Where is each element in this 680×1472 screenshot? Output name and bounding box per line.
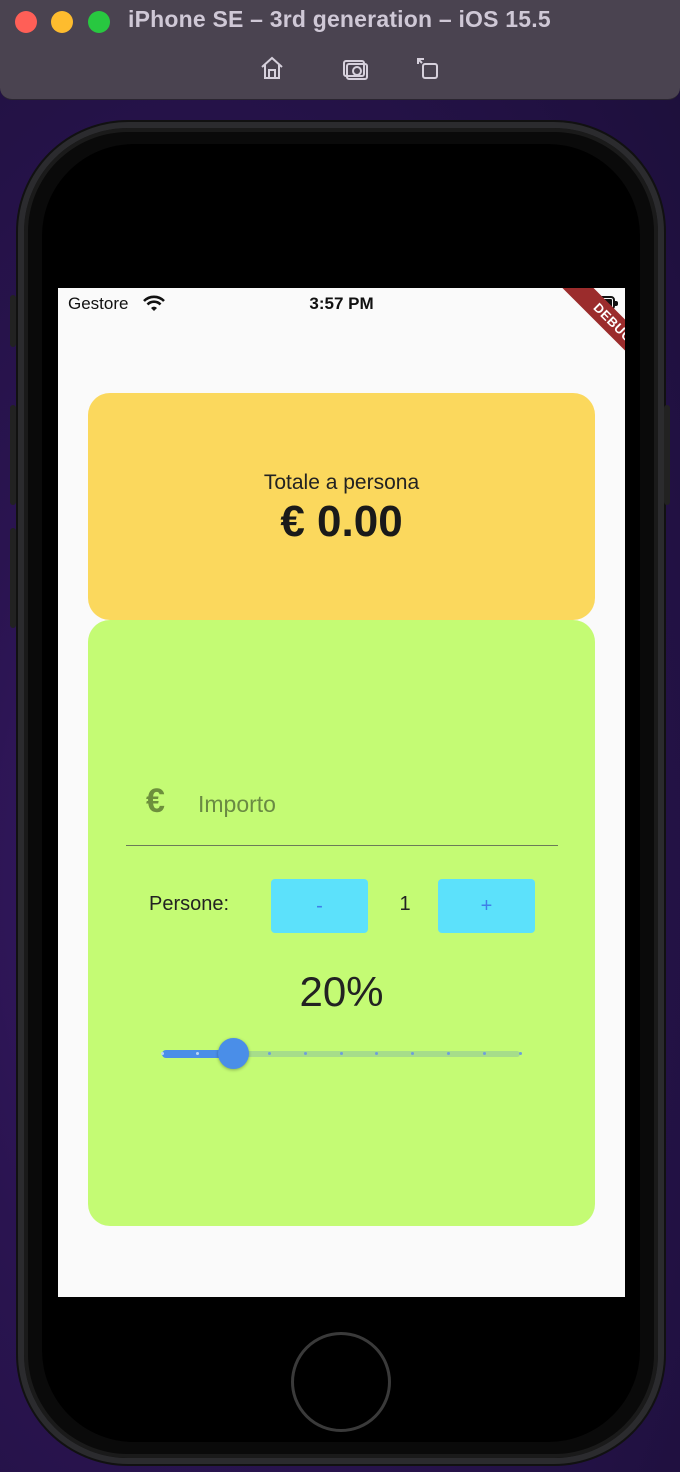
volume-down-button xyxy=(10,528,16,628)
home-hardware-button[interactable] xyxy=(291,1332,391,1432)
power-button xyxy=(664,405,670,505)
amount-field: € xyxy=(126,780,558,840)
mute-switch xyxy=(10,295,16,347)
slider-tick xyxy=(267,1052,271,1055)
simulator-title: iPhone SE – 3rd generation – iOS 15.5 xyxy=(128,6,551,32)
minimize-window-button[interactable] xyxy=(51,11,73,33)
euro-icon: € xyxy=(146,782,165,820)
amount-underline xyxy=(126,845,558,846)
bill-input-card: € Persone: - 1 + 20% xyxy=(88,620,595,1226)
home-icon xyxy=(261,56,283,79)
home-button[interactable] xyxy=(254,50,290,86)
total-label: Totale a persona xyxy=(263,471,420,494)
tip-slider[interactable] xyxy=(160,1038,522,1069)
people-stepper: Persone: - 1 + xyxy=(88,877,595,933)
rotate-button[interactable] xyxy=(410,50,446,86)
people-count: 1 xyxy=(399,893,411,915)
screenshot-icon xyxy=(343,60,368,80)
slider-tick xyxy=(518,1052,522,1055)
total-value: € 0.00 xyxy=(280,497,403,546)
screenshot-button[interactable] xyxy=(337,50,373,86)
volume-up-button xyxy=(10,405,16,505)
close-window-button[interactable] xyxy=(15,11,37,33)
simulator-title-bar: iPhone SE – 3rd generation – iOS 15.5 xyxy=(0,0,680,100)
slider-tick xyxy=(482,1052,486,1055)
rotate-icon xyxy=(417,58,438,79)
status-bar: Gestore 3:57 PM xyxy=(58,288,625,318)
slider-tick xyxy=(160,1052,164,1055)
amount-input[interactable] xyxy=(198,784,548,824)
slider-tick xyxy=(339,1052,343,1055)
tip-percent: 20% xyxy=(299,968,384,1015)
people-label: Persone: xyxy=(149,893,230,915)
clock: 3:57 PM xyxy=(309,294,374,313)
slider-tick xyxy=(303,1052,307,1055)
total-per-person-card: Totale a persona € 0.00 xyxy=(88,393,595,620)
increase-people-button[interactable]: + xyxy=(438,879,535,933)
app-screen: Gestore 3:57 PM DEBUG Totale a persona €… xyxy=(58,288,625,1297)
slider-thumb[interactable] xyxy=(218,1038,250,1069)
decrease-people-button[interactable]: - xyxy=(271,879,368,933)
simulator-toolbar xyxy=(0,50,680,86)
slider-tick xyxy=(446,1052,450,1055)
zoom-window-button[interactable] xyxy=(88,11,110,33)
